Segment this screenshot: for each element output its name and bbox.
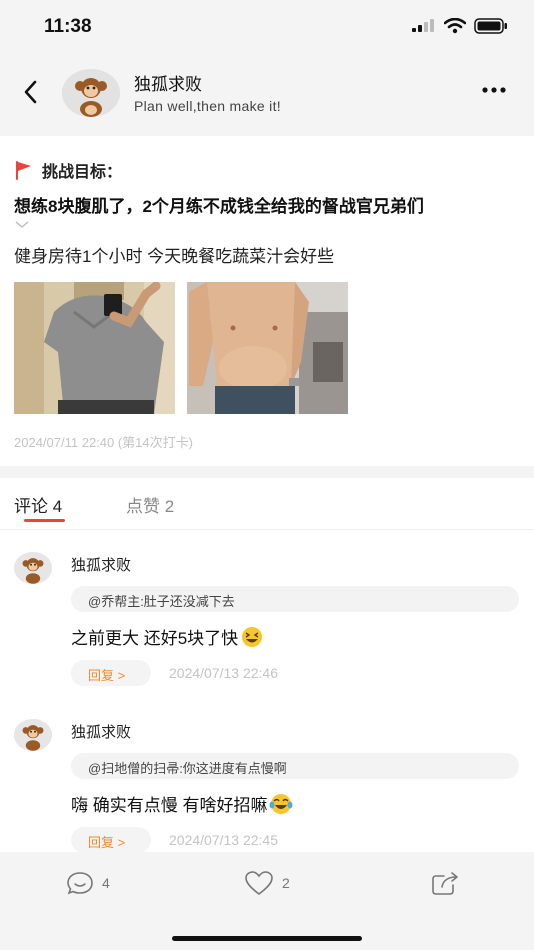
- commenter-name[interactable]: 独孤求败: [71, 721, 131, 742]
- tab-likes[interactable]: 点赞 2: [126, 492, 174, 517]
- more-options-icon[interactable]: [480, 80, 508, 100]
- comment-text: 嗨 确实有点慢 有啥好招嘛: [71, 796, 268, 815]
- tab-bar: 评论 4 点赞 2: [0, 478, 534, 530]
- monkey-avatar-icon: [62, 69, 120, 117]
- back-icon[interactable]: [16, 76, 46, 108]
- red-flag-icon: [16, 161, 31, 180]
- comment-text-row: 嗨 确实有点慢 有啥好招嘛: [71, 791, 293, 816]
- reply-button[interactable]: 回复 >: [71, 660, 151, 686]
- home-indicator: [172, 936, 362, 941]
- comment-item: 独孤求败 @扫地僧的扫帚:你这进度有点慢啊 嗨 确实有点慢 有啥好招嘛 回复 >…: [0, 697, 534, 852]
- heart-icon: [245, 871, 273, 896]
- commenter-avatar[interactable]: [14, 552, 52, 584]
- tears-of-joy-emoji-icon: [269, 793, 293, 814]
- comment-item: 独孤求败 @乔帮主:肚子还没减下去 之前更大 还好5块了快 回复 > 2024/…: [0, 530, 534, 696]
- comment-text: 之前更大 还好5块了快: [71, 629, 239, 648]
- battery-icon: [474, 18, 507, 34]
- comment-date: 2024/07/13 22:46: [169, 665, 278, 681]
- commenter-name[interactable]: 独孤求败: [71, 554, 131, 575]
- share-icon: [432, 872, 458, 895]
- status-icons: [412, 18, 508, 34]
- monkey-avatar-icon: [14, 719, 52, 751]
- torso-photo-image: [187, 282, 348, 414]
- monkey-avatar-icon: [14, 552, 52, 584]
- mirror-selfie-image: [14, 282, 175, 414]
- active-tab-indicator: [24, 519, 65, 522]
- user-name[interactable]: 独孤求败: [134, 70, 202, 95]
- like-action[interactable]: 2: [244, 870, 290, 896]
- goal-heading: 挑战目标：: [14, 158, 122, 182]
- like-count: 2: [282, 875, 290, 891]
- grinning-squint-emoji-icon: [242, 626, 263, 647]
- comment-date: 2024/07/13 22:45: [169, 832, 278, 848]
- checkin-date: 2024/07/11 22:40 (第14次打卡): [14, 435, 193, 450]
- status-time: 11:38: [44, 16, 92, 37]
- status-bar: 11:38: [0, 0, 534, 56]
- profile-header: 独孤求败 Plan well,then make it!: [0, 56, 534, 134]
- signal-icon: [412, 19, 434, 32]
- commenter-avatar[interactable]: [14, 719, 52, 751]
- quoted-reply: @乔帮主:肚子还没减下去: [71, 586, 519, 612]
- goal-text: 想练8块腹肌了，2个月练不成钱全给我的督战官兄弟们: [14, 197, 424, 216]
- wifi-icon: [444, 18, 466, 34]
- comment-action[interactable]: 4: [66, 870, 110, 896]
- post-text: 健身房待1个小时 今天晚餐吃蔬菜汁会好些: [14, 247, 335, 266]
- expand-chevron-icon[interactable]: [14, 218, 30, 230]
- comment-list: 独孤求败 @乔帮主:肚子还没减下去 之前更大 还好5块了快 回复 > 2024/…: [0, 530, 534, 852]
- goal-label: 挑战目标：: [42, 164, 123, 181]
- user-avatar[interactable]: [62, 69, 120, 117]
- quoted-reply: @扫地僧的扫帚:你这进度有点慢啊: [71, 753, 519, 779]
- comment-count: 4: [102, 875, 110, 891]
- share-action[interactable]: [430, 870, 460, 896]
- bottom-action-bar: 4 2: [0, 852, 534, 950]
- comment-text-row: 之前更大 还好5块了快: [71, 624, 264, 649]
- post-photo[interactable]: [14, 282, 175, 414]
- reply-button[interactable]: 回复 >: [71, 827, 151, 852]
- comment-bubble-icon: [67, 872, 93, 895]
- post-card: 挑战目标： 想练8块腹肌了，2个月练不成钱全给我的督战官兄弟们 健身房待1个小时…: [0, 136, 534, 466]
- post-photo[interactable]: [187, 282, 348, 414]
- tab-comments[interactable]: 评论 4: [14, 492, 62, 517]
- user-motto: Plan well,then make it!: [134, 98, 281, 114]
